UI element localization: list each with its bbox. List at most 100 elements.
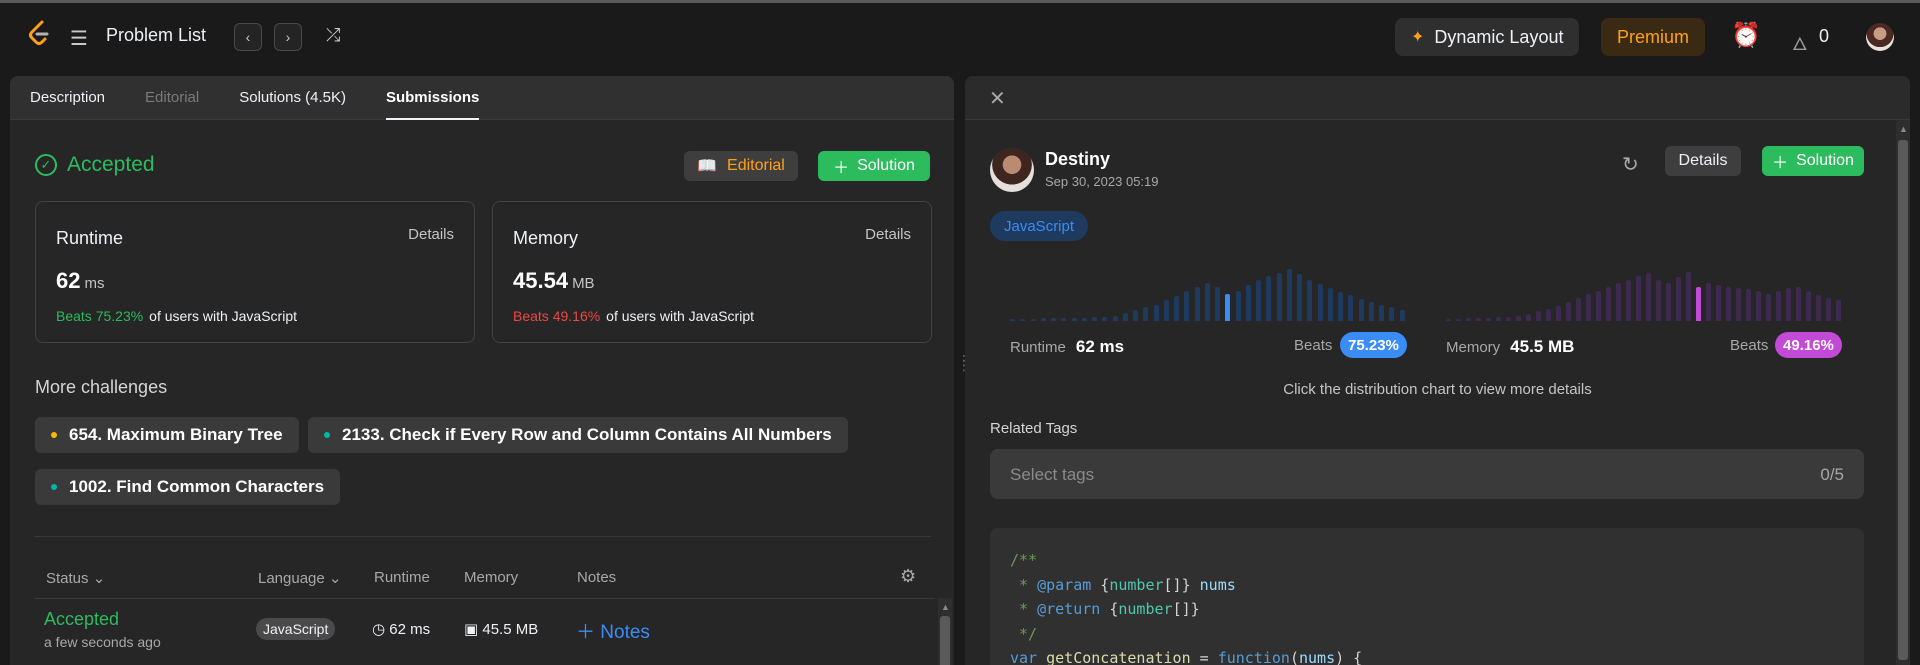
distribution-bar — [1756, 290, 1761, 321]
distribution-bar — [1174, 296, 1180, 321]
gear-icon[interactable]: ⚙ — [900, 566, 916, 587]
runtime-beats-pill: 75.23% — [1340, 332, 1407, 358]
user-avatar[interactable] — [1866, 23, 1894, 51]
tab-editorial[interactable]: Editorial — [145, 76, 199, 120]
challenge-chip[interactable]: 1002. Find Common Characters — [35, 469, 341, 505]
sparkle-icon: ✦ — [1411, 29, 1425, 46]
post-solution-button[interactable]: ＋ Solution — [818, 151, 930, 181]
scroll-up-arrow-icon[interactable]: ▲ — [941, 602, 950, 612]
distribution-bar — [1746, 289, 1751, 321]
details-button[interactable]: Details — [1665, 146, 1741, 176]
streak-count: 0 — [1819, 26, 1830, 46]
distribution-bar — [1051, 318, 1057, 321]
distribution-bar — [1204, 282, 1210, 321]
distribution-bar — [1806, 290, 1811, 321]
distribution-bar — [1606, 286, 1611, 321]
memory-card[interactable]: Memory Details 45.54 MB Beats 49.16% of us… — [492, 201, 932, 343]
distribution-bar — [1235, 290, 1241, 321]
distribution-bar — [1666, 282, 1671, 321]
runtime-beats-label: Beats — [1294, 337, 1333, 354]
tab-description[interactable]: Description — [30, 76, 105, 120]
more-challenges-title: More challenges — [35, 377, 168, 397]
difficulty-dot — [51, 484, 57, 490]
language-column-header[interactable]: Language ⌄ — [258, 569, 342, 587]
code-viewer[interactable]: /** * @param {number[]} nums * @return {… — [990, 528, 1864, 665]
fire-icon[interactable]: 🜂 — [1792, 24, 1808, 61]
distribution-bar — [1358, 299, 1364, 321]
chevron-down-icon: ⌄ — [92, 570, 106, 587]
distribution-bar — [1816, 294, 1821, 321]
scroll-thumb[interactable] — [940, 616, 950, 665]
author-name[interactable]: Destiny — [1045, 149, 1110, 170]
code-line: /** — [1010, 551, 1038, 569]
result-status: ✓ Accepted — [35, 153, 155, 177]
scroll-up-arrow-icon[interactable]: ▲ — [1899, 124, 1908, 134]
runtime-beats-suffix: of users with JavaScript — [149, 308, 298, 324]
prev-problem-button[interactable]: ‹ — [234, 23, 262, 51]
distribution-bar — [1215, 286, 1221, 321]
distribution-bar — [1446, 318, 1451, 321]
distribution-bar — [1536, 311, 1541, 321]
distribution-bar — [1338, 292, 1344, 321]
memory-label: Memory — [513, 228, 579, 248]
runtime-label: Runtime — [56, 228, 124, 248]
distribution-bar — [1706, 282, 1711, 321]
shuffle-icon[interactable]: ⤮ — [326, 25, 340, 46]
submission-status[interactable]: Accepted — [44, 609, 119, 630]
memory-stat-value: 45.5 MB — [1510, 337, 1575, 356]
distribution-bar — [1266, 275, 1272, 321]
solution-button-label: Solution — [1796, 152, 1854, 169]
distribution-bar — [1636, 275, 1641, 321]
submissions-scrollbar[interactable]: ▲ — [938, 598, 952, 665]
distribution-bar — [1112, 315, 1118, 321]
runtime-distribution-chart[interactable] — [1010, 266, 1410, 321]
tag-select[interactable]: Select tags 0/5 — [990, 449, 1864, 499]
distribution-bar — [1836, 300, 1841, 321]
distribution-bar — [1476, 318, 1481, 321]
close-icon[interactable]: ✕ — [989, 86, 1006, 111]
distribution-bar — [1133, 310, 1139, 321]
leetcode-logo-icon[interactable] — [24, 19, 54, 49]
memory-column-header: Memory — [464, 569, 519, 586]
dynamic-layout-button[interactable]: ✦ Dynamic Layout — [1395, 18, 1579, 56]
author-avatar[interactable] — [990, 148, 1034, 192]
scroll-thumb[interactable] — [1898, 140, 1908, 660]
top-navbar: ☰ Problem List ‹ › ⤮ ✦ Dynamic Layout Pr… — [0, 0, 1920, 66]
status-column-header[interactable]: Status ⌄ — [46, 569, 105, 587]
detail-scrollbar[interactable]: ▲ — [1896, 120, 1910, 665]
distribution-bar — [1379, 304, 1385, 321]
memory-details-link[interactable]: Details — [865, 226, 911, 243]
next-problem-button[interactable]: › — [274, 23, 302, 51]
submissions-panel: Description Editorial Solutions (4.5K) S… — [10, 76, 954, 665]
challenge-chip[interactable]: 2133. Check if Every Row and Column Cont… — [308, 417, 848, 453]
distribution-bar — [1506, 316, 1511, 321]
premium-button[interactable]: Premium — [1601, 18, 1705, 56]
challenge-chip[interactable]: 654. Maximum Binary Tree — [35, 417, 299, 453]
post-solution-button[interactable]: ＋ Solution — [1762, 146, 1864, 176]
distribution-bar — [1010, 318, 1015, 321]
runtime-details-link[interactable]: Details — [408, 226, 454, 243]
memory-distribution-chart[interactable] — [1446, 266, 1846, 321]
tab-solutions[interactable]: Solutions (4.5K) — [239, 76, 346, 120]
runtime-card[interactable]: Runtime Details 62 ms Beats 75.23% of user… — [35, 201, 475, 343]
distribution-bar — [1586, 293, 1591, 321]
refresh-icon[interactable]: ↻ — [1622, 152, 1639, 177]
runtime-stat: Runtime 62 ms — [1010, 337, 1125, 356]
distribution-bar — [1776, 290, 1781, 321]
memory-beats-suffix: of users with JavaScript — [606, 308, 755, 324]
problem-list-link[interactable]: Problem List — [106, 25, 206, 46]
editorial-button[interactable]: 📖 Editorial — [684, 151, 798, 181]
code-line: */ — [1010, 624, 1038, 643]
alarm-clock-icon[interactable]: ⏰ — [1731, 21, 1761, 50]
distribution-bar — [1576, 297, 1581, 321]
difficulty-dot — [324, 432, 330, 438]
distribution-bar — [1317, 283, 1323, 321]
submission-detail-panel: ✕ Destiny Sep 30, 2023 05:19 ↻ Details ＋… — [965, 76, 1910, 665]
tab-submissions[interactable]: Submissions — [385, 76, 480, 120]
distribution-bar — [1496, 317, 1501, 321]
add-notes-button[interactable]: ＋ Notes — [576, 617, 650, 644]
runtime-beats-percent: Beats 75.23% — [56, 308, 144, 324]
distribution-bar — [1766, 293, 1771, 321]
list-icon[interactable]: ☰ — [70, 26, 88, 51]
runtime-value: 62 ms — [56, 268, 105, 293]
